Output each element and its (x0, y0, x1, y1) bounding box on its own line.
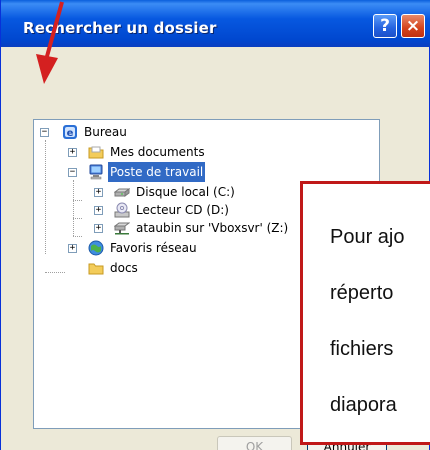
tree-item-label: docs (110, 261, 138, 275)
ok-button[interactable]: OK (217, 436, 292, 450)
folder-icon (88, 263, 104, 275)
folder-icon (88, 146, 104, 159)
expand-toggle[interactable]: + (68, 148, 77, 157)
tree-connector (73, 218, 82, 219)
svg-text:e: e (67, 128, 74, 139)
expand-toggle[interactable]: + (94, 188, 103, 197)
network-drive-icon (114, 222, 130, 235)
callout-text-line: Pour ajo (330, 226, 405, 248)
tree-connector (45, 272, 65, 273)
tree-item-bureau[interactable]: − e Bureau (40, 122, 129, 142)
tree-item-label: Mes documents (110, 145, 205, 159)
collapse-toggle[interactable]: − (68, 168, 77, 177)
tree-item-poste-de-travail[interactable]: − Poste de travail (68, 162, 206, 182)
close-button[interactable]: × (401, 14, 425, 38)
tree-connector (45, 140, 46, 254)
tree-item-label: Poste de travail (108, 162, 206, 182)
expand-toggle[interactable]: + (94, 224, 103, 233)
tree-item-label: Favoris réseau (110, 241, 197, 255)
annotation-arrow-icon (36, 1, 64, 84)
callout-text-line: réperto (330, 282, 394, 304)
desktop-icon: e (63, 125, 77, 139)
tree-item-favoris-reseau[interactable]: + Favoris réseau (68, 238, 199, 258)
tree-connector (73, 200, 82, 201)
help-button[interactable]: ? (373, 14, 397, 38)
expand-toggle[interactable]: + (68, 244, 77, 253)
tree-item-label: Bureau (84, 125, 127, 139)
callout-text-line: diapora (330, 394, 397, 416)
callout-text-line: fichiers (330, 338, 394, 360)
tree-item-lecteur-cd[interactable]: + Lecteur CD (D:) (94, 200, 231, 220)
annotation-callout: Pour ajo réperto fichiers diapora (300, 181, 430, 445)
hard-drive-icon (114, 188, 130, 197)
collapse-toggle[interactable]: − (40, 128, 49, 137)
tree-item-disque-local[interactable]: + Disque local (C:) (94, 182, 237, 202)
tree-item-label: ataubin sur 'Vboxsvr' (Z:) (136, 221, 289, 235)
tree-item-label: Disque local (C:) (136, 185, 235, 199)
tree-item-docs[interactable]: docs (68, 258, 140, 278)
tree-item-network-drive[interactable]: + ataubin sur 'Vboxsvr' (Z:) (94, 218, 290, 238)
tree-connector (73, 236, 82, 237)
tree-connector (73, 180, 74, 236)
network-places-icon (88, 240, 104, 256)
tree-item-label: Lecteur CD (D:) (136, 203, 229, 217)
expand-toggle[interactable]: + (94, 206, 103, 215)
tree-item-mes-documents[interactable]: + Mes documents (68, 142, 207, 162)
computer-icon (89, 164, 103, 180)
cd-drive-icon (114, 202, 130, 218)
